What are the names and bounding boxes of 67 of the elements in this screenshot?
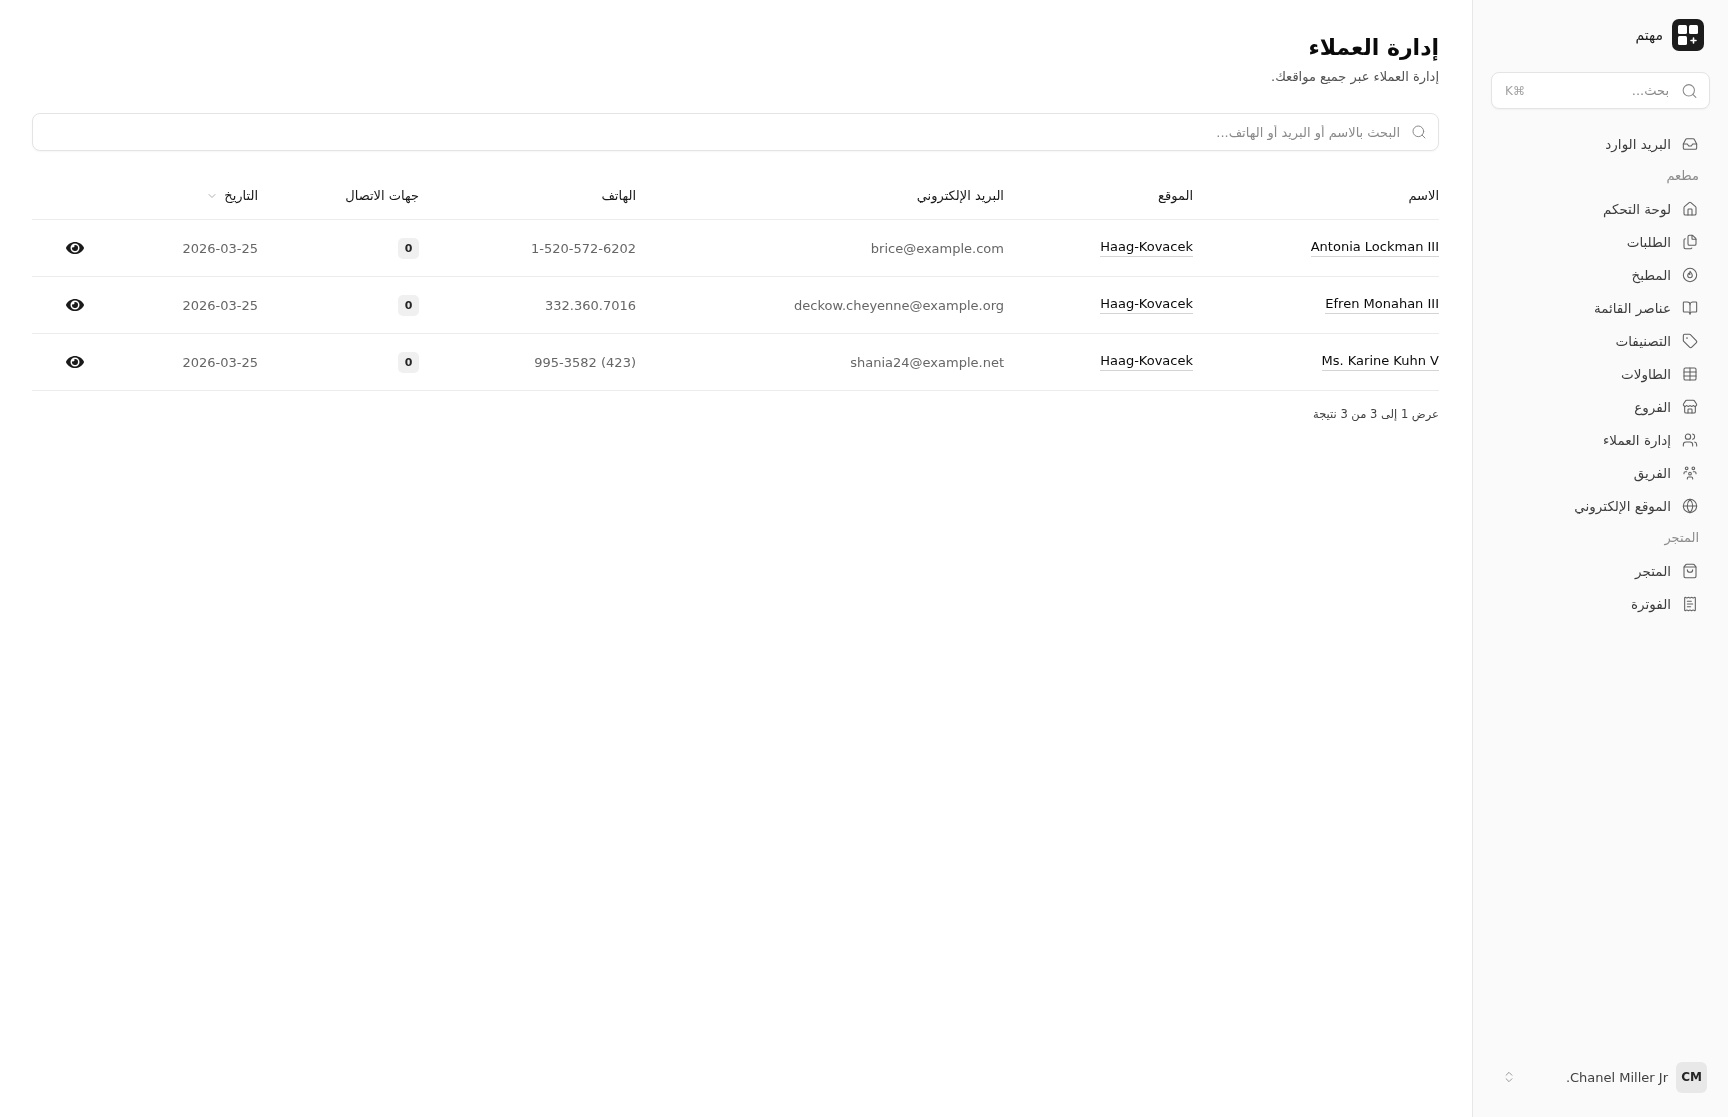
column-header: جهات الاتصال [345, 188, 419, 203]
date-cell: 2026-03-25 [182, 240, 258, 256]
results-summary: عرض 1 إلى 3 من 3 نتيجة [1312, 407, 1439, 421]
files-icon [1682, 233, 1698, 250]
column-header: البريد الإلكتروني [916, 188, 1004, 203]
group-icon [1682, 464, 1698, 481]
contacts-count: 0 [398, 237, 419, 259]
location-link[interactable]: Haag-Kovacek [1100, 239, 1193, 257]
search-icon [1411, 124, 1427, 140]
bag-icon [1682, 562, 1698, 579]
column-header: الاسم [1408, 188, 1439, 203]
view-button[interactable] [66, 239, 84, 257]
contacts-count: 0 [398, 351, 419, 373]
column-header: الهاتف [601, 188, 636, 203]
column-header: الموقع [1158, 188, 1193, 203]
section-label: المتجر [1663, 529, 1700, 548]
users-icon [1682, 431, 1698, 448]
store-icon [1682, 398, 1698, 415]
nav-item[interactable]: الفروع [1491, 390, 1710, 423]
column-header[interactable]: التاريخ [206, 188, 258, 203]
email-cell: deckow.cheyenne@example.org [794, 297, 1004, 313]
book-icon [1682, 299, 1698, 316]
phone-cell: (423) 995-3582 [534, 354, 636, 370]
section-label: مطعم [1665, 167, 1700, 186]
shortcut-hint: ⌘K [1505, 83, 1525, 98]
contacts-count: 0 [398, 294, 419, 316]
search-icon [1681, 82, 1698, 99]
nav-item[interactable]: عناصر القائمة [1491, 291, 1710, 324]
nav-item[interactable]: المتجر [1491, 554, 1710, 587]
location-link[interactable]: Haag-Kovacek [1100, 353, 1193, 371]
nav-item[interactable]: المطبخ [1491, 258, 1710, 291]
nav-item[interactable]: إدارة العملاء [1491, 423, 1710, 456]
nav-item[interactable]: الفريق [1491, 456, 1710, 489]
nav-item[interactable]: الموقع الإلكتروني [1491, 489, 1710, 522]
nav-item[interactable]: لوحة التحكم [1491, 192, 1710, 225]
nav-item[interactable]: الطاولات [1491, 357, 1710, 390]
nav-item[interactable]: التصنيفات [1491, 324, 1710, 357]
globe-icon [1682, 497, 1698, 514]
phone-cell: 332.360.7016 [545, 297, 636, 313]
date-cell: 2026-03-25 [182, 297, 258, 313]
inbox-icon [1682, 135, 1698, 152]
view-button[interactable] [66, 296, 84, 314]
user-name: Chanel Miller Jr. [1565, 1069, 1668, 1085]
page-subtitle: إدارة العملاء عبر جميع مواقعك. [1270, 68, 1439, 87]
eye-icon [66, 296, 84, 314]
eye-icon [66, 239, 84, 257]
nav-item[interactable]: الطلبات [1491, 225, 1710, 258]
email-cell: brice@example.com [870, 240, 1004, 256]
email-cell: shania24@example.net [850, 354, 1004, 370]
nav-item[interactable]: الفوترة [1491, 587, 1710, 620]
customer-name-link[interactable]: Efren Monahan III [1325, 296, 1439, 314]
phone-cell: 1-520-572-6202 [530, 240, 636, 256]
page-title: إدارة العملاء [1307, 34, 1439, 63]
view-button[interactable] [66, 353, 84, 371]
receipt-icon [1682, 595, 1698, 612]
nav-item[interactable]: البريد الوارد [1491, 127, 1710, 160]
eye-icon [66, 353, 84, 371]
date-cell: 2026-03-25 [182, 354, 258, 370]
customer-name-link[interactable]: Ms. Karine Kuhn V [1321, 353, 1439, 371]
customer-name-link[interactable]: Antonia Lockman III [1310, 239, 1439, 257]
tag-icon [1682, 332, 1698, 349]
logo-icon [1672, 19, 1704, 51]
brand-name: مهتم [1635, 27, 1663, 43]
location-link[interactable]: Haag-Kovacek [1100, 296, 1193, 314]
table-icon [1682, 365, 1698, 382]
flame-icon [1682, 266, 1698, 283]
home-icon [1682, 200, 1698, 217]
